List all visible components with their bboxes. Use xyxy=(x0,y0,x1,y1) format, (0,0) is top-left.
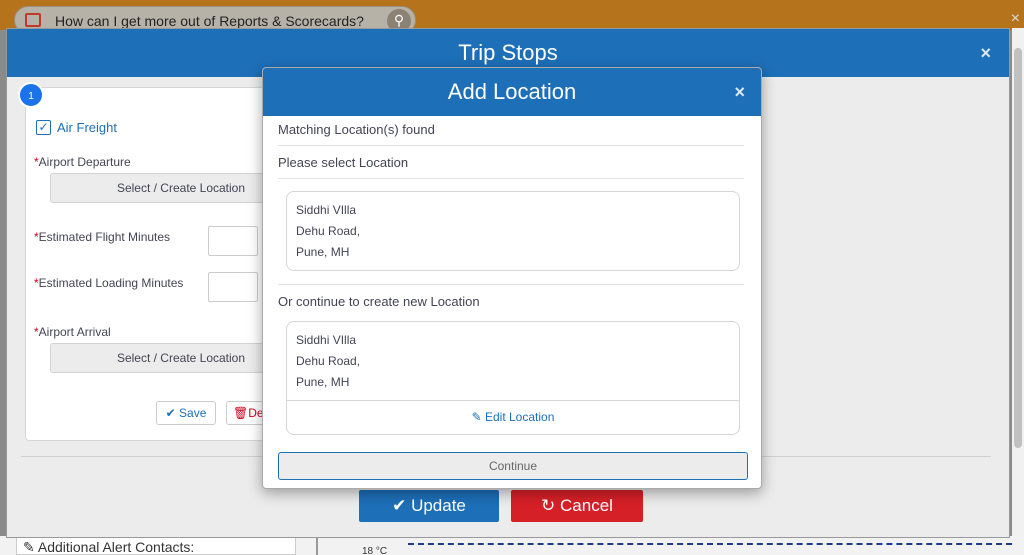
refresh-icon: ↻ xyxy=(541,496,561,515)
edit-location-link[interactable]: ✎ Edit Location xyxy=(287,400,739,434)
alert-contacts-label: Additional Alert Contacts: xyxy=(37,539,195,555)
add-location-modal: Add Location × Matching Location(s) foun… xyxy=(262,67,762,489)
page-scrollbar[interactable] xyxy=(1012,28,1024,538)
or-continue-text: Or continue to create new Location xyxy=(278,294,480,309)
air-freight-checkbox[interactable]: ✓ xyxy=(36,120,51,135)
address-line: Siddhi VIlla xyxy=(296,203,357,217)
matched-location-card[interactable]: Siddhi VIlla Dehu Road, Pune, MH xyxy=(286,191,740,271)
add-location-title: Add Location xyxy=(447,79,577,104)
pencil-icon: ✎ xyxy=(23,539,38,555)
trash-icon: 🗑 xyxy=(233,406,249,420)
new-location-card: Siddhi VIlla Dehu Road, Pune, MH ✎ Edit … xyxy=(286,321,740,435)
address-line: Pune, MH xyxy=(296,245,350,259)
loading-minutes-label: *Estimated Loading Minutes xyxy=(34,276,184,290)
address-line: Dehu Road, xyxy=(296,224,361,238)
edit-icon xyxy=(25,13,41,27)
continue-button[interactable]: Continue xyxy=(278,452,748,480)
temperature-label: 18 °C xyxy=(362,546,388,555)
divider xyxy=(278,284,744,285)
close-icon[interactable]: × xyxy=(734,68,745,116)
divider xyxy=(278,178,744,179)
help-search-text: How can I get more out of Reports & Scor… xyxy=(55,13,364,29)
additional-alert-contacts[interactable]: ✎ Additional Alert Contacts: xyxy=(16,536,296,555)
divider xyxy=(316,536,318,555)
scrollbar-thumb[interactable] xyxy=(1014,48,1022,448)
address-line: Dehu Road, xyxy=(296,354,361,368)
check-icon: ✔ xyxy=(392,496,412,515)
loading-minutes-input[interactable] xyxy=(208,272,258,302)
air-freight-checkbox-row[interactable]: ✓ Air Freight xyxy=(36,120,117,135)
route-dashed-line xyxy=(408,543,1012,545)
add-location-header: Add Location × xyxy=(263,68,761,116)
address-line: Siddhi VIlla xyxy=(296,333,357,347)
airport-departure-label: *Airport Departure xyxy=(34,155,131,169)
flight-minutes-input[interactable] xyxy=(208,226,258,256)
check-icon: ✔ xyxy=(165,406,180,420)
address-line: Pune, MH xyxy=(296,375,350,389)
flight-minutes-label: *Estimated Flight Minutes xyxy=(34,230,171,244)
edit-icon: ✎ xyxy=(471,410,485,424)
please-select-text: Please select Location xyxy=(278,155,409,170)
matching-locations-text: Matching Location(s) found xyxy=(278,122,435,137)
close-icon[interactable]: × xyxy=(1011,10,1020,28)
airport-arrival-label: *Airport Arrival xyxy=(34,325,111,339)
divider xyxy=(278,145,744,146)
update-button[interactable]: ✔ Update xyxy=(359,490,499,522)
stop-number-badge: 1 xyxy=(18,82,44,108)
close-icon[interactable]: × xyxy=(980,29,991,77)
save-button[interactable]: ✔ Save xyxy=(156,401,216,425)
trip-stops-title: Trip Stops xyxy=(458,40,558,65)
air-freight-label: Air Freight xyxy=(57,120,117,135)
cancel-button[interactable]: ↻ Cancel xyxy=(511,490,643,522)
